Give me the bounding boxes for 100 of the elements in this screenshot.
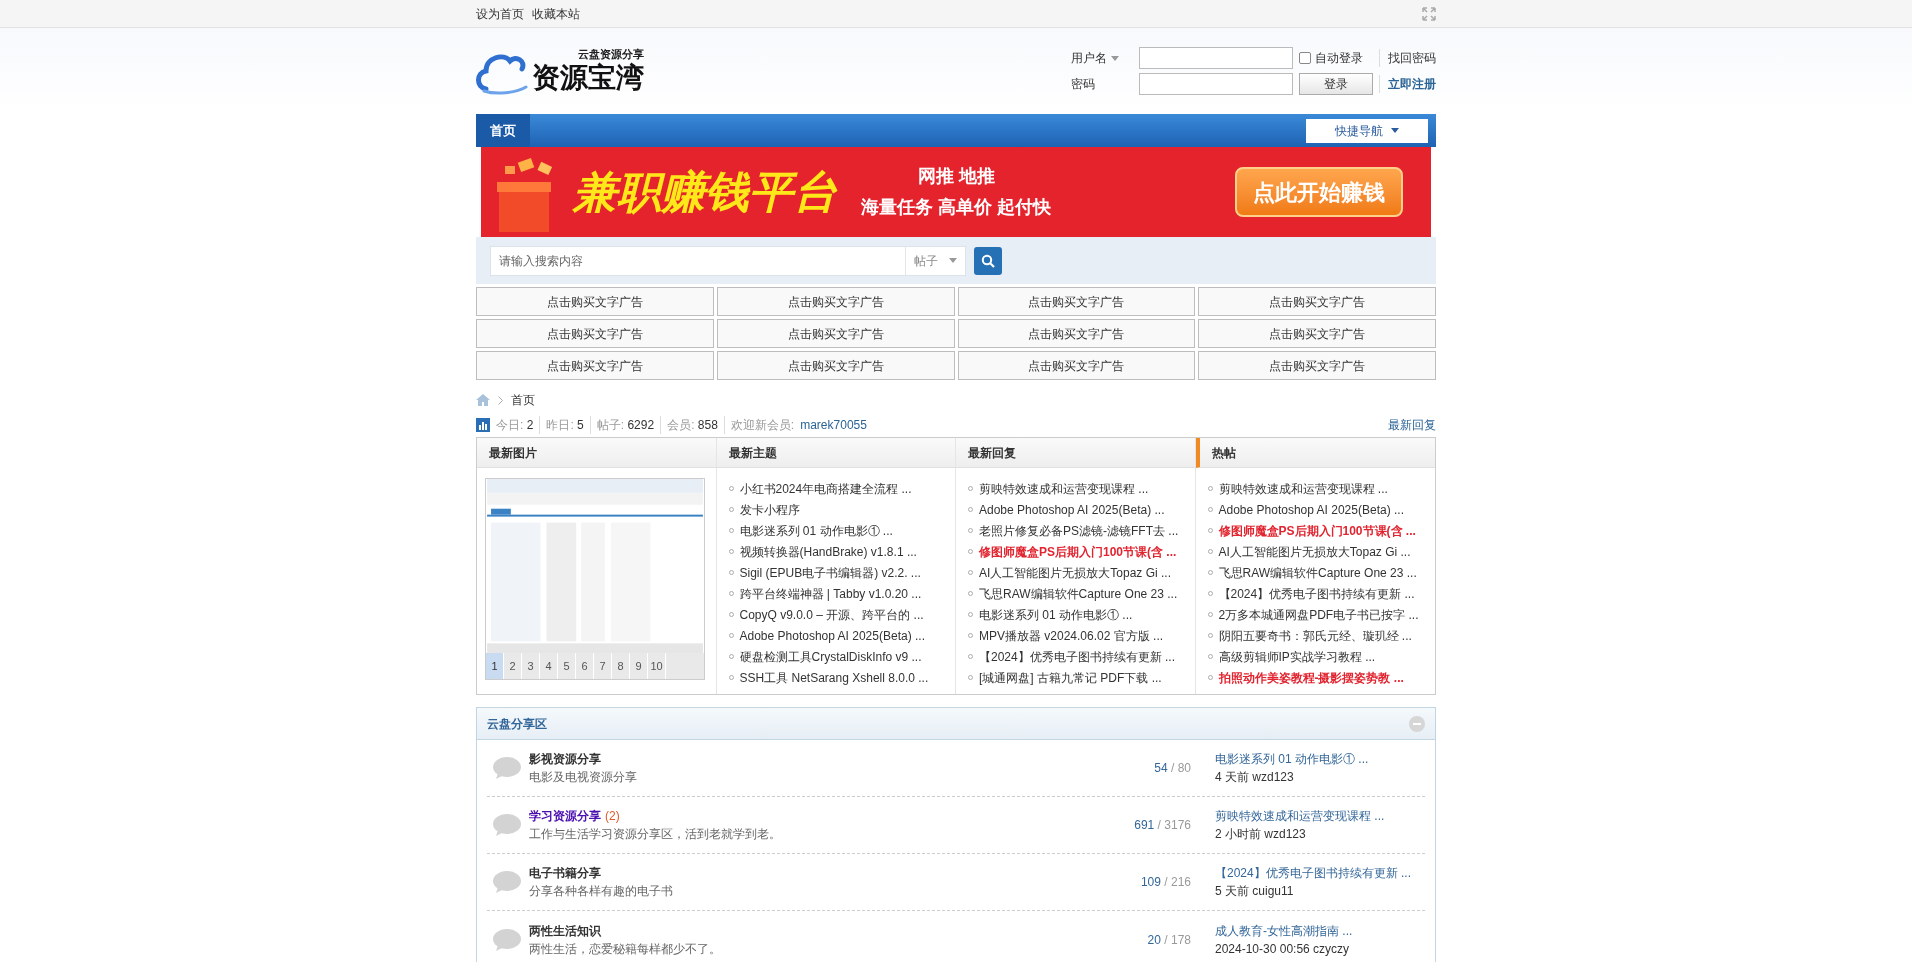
text-ad[interactable]: 点击购买文字广告 (716, 319, 955, 348)
top-link[interactable]: 设为首页 (476, 4, 524, 23)
bullet-icon (728, 570, 734, 575)
breadcrumb-link[interactable]: 首页 (511, 391, 535, 409)
last-post-meta: 4 天前 wzd123 (1215, 769, 1295, 786)
last-post-link[interactable]: 成人教育-女性高潮指南 ... (1215, 921, 1425, 940)
topic-link[interactable]: MPV播放器 v2024.06.02 官方版 ... (979, 626, 1164, 645)
page-number[interactable]: 9 (630, 653, 648, 679)
topic-link[interactable]: 小红书2024年电商搭建全流程 ... (739, 479, 912, 498)
text-ad[interactable]: 点击购买文字广告 (957, 351, 1196, 380)
topic-link[interactable]: 跨平台终端神器 | Tabby v1.0.20 ... (739, 584, 922, 603)
page-number[interactable]: 7 (594, 653, 612, 679)
topic-link[interactable]: 老照片修复必备PS滤镜-滤镜FFT去 ... (979, 521, 1179, 540)
bullet-icon (968, 633, 973, 638)
topic-link[interactable]: AI人工智能图片无损放大Topaz Gi ... (1218, 542, 1411, 561)
board-description: 两性生活，恋爱秘籍每样都少不了。 (529, 940, 722, 958)
topic-link[interactable]: 修图师魔盒PS后期入门100节课(含 ... (1218, 521, 1416, 540)
text-ad[interactable]: 点击购买文字广告 (1198, 319, 1436, 348)
member-link[interactable]: marek70055 (800, 416, 867, 434)
login-button[interactable]: 登录 (1299, 73, 1373, 95)
page-number[interactable]: 6 (576, 653, 594, 679)
board-title[interactable]: 两性生活知识 (529, 921, 601, 940)
topic-link[interactable]: 修图师魔盒PS后期入门100节课(含 ... (979, 542, 1177, 561)
topic-link[interactable]: 电影迷系列 01 动作电影① ... (739, 521, 893, 540)
panel-header[interactable]: 最新图片 (477, 438, 716, 468)
caret-icon[interactable] (1111, 55, 1119, 61)
topic-link[interactable]: 【2024】优秀电子图书持续有更新 ... (979, 647, 1176, 666)
last-post-link[interactable]: 剪映特效速成和运营变现课程 ... (1215, 807, 1425, 825)
topic-link[interactable]: 发卡小程序 (739, 500, 800, 519)
checkbox-label: 自动登录 (1315, 50, 1363, 67)
register-link[interactable]: 立即注册 (1379, 75, 1436, 93)
topic-link[interactable]: 剪映特效速成和运营变现课程 ... (1218, 479, 1388, 498)
topic-link[interactable]: CopyQ v9.0.0 – 开源、跨平台的 ... (739, 605, 924, 624)
text-ad[interactable]: 点击购买文字广告 (1198, 351, 1436, 380)
top-link[interactable]: 收藏本站 (532, 4, 580, 23)
topic-link[interactable]: AI人工智能图片无损放大Topaz Gi ... (979, 563, 1172, 582)
topic-link[interactable]: 视频转换器(HandBrake) v1.8.1 ... (739, 542, 917, 561)
search-field[interactable]: 请输入搜索内容 帖子 (490, 245, 966, 276)
topic-link[interactable]: SSH工具 NetSarang Xshell 8.0.0 ... (739, 668, 929, 687)
topic-link[interactable]: 拍照动作美姿教程-摄影摆姿势教 ... (1218, 668, 1404, 687)
text-ad[interactable]: 点击购买文字广告 (1198, 287, 1436, 316)
text-ad[interactable]: 点击购买文字广告 (957, 287, 1196, 316)
topic-link[interactable]: 高级剪辑师IP实战学习教程 ... (1218, 647, 1376, 666)
search-scope-dropdown[interactable]: 帖子 (905, 246, 965, 275)
topic-link[interactable]: 剪映特效速成和运营变现课程 ... (979, 479, 1149, 498)
text-ad[interactable]: 点击购买文字广告 (716, 287, 955, 316)
page-number[interactable]: 5 (558, 653, 576, 679)
topic-link[interactable]: 2万多本城通网盘PDF电子书已按字 ... (1218, 605, 1419, 624)
page-number[interactable]: 10 (648, 653, 666, 679)
text-ad[interactable]: 点击购买文字广告 (957, 319, 1196, 348)
nav-tab[interactable]: 首页 (476, 114, 530, 147)
page-number[interactable]: 1 (486, 653, 504, 679)
text-ad[interactable]: 点击购买文字广告 (716, 351, 955, 380)
bullet-icon (968, 549, 973, 554)
topic-link[interactable]: Adobe Photoshop AI 2025(Beta) ... (1218, 500, 1404, 519)
home-icon[interactable] (476, 394, 490, 406)
last-post-link[interactable]: 【2024】优秀电子图书持续有更新 ... (1215, 864, 1425, 882)
search-button[interactable] (974, 246, 1002, 275)
panel-header[interactable]: 最新主题 (716, 438, 955, 468)
last-post-meta: 2024-10-30 00:56 czyczy (1215, 940, 1351, 958)
caret-icon (949, 258, 957, 263)
topic-link[interactable]: 飞思RAW编辑软件Capture One 23 ... (1218, 563, 1417, 582)
bar-chart-icon (476, 418, 490, 432)
username-field[interactable] (1139, 47, 1293, 69)
page-number[interactable]: 3 (522, 653, 540, 679)
topic-link[interactable]: 阴阳五要奇书：郭氏元经、璇玑经 ... (1218, 626, 1412, 645)
board-title[interactable]: 影视资源分享 (529, 750, 601, 768)
ad-banner[interactable]: 兼职赚钱平台 网推 地推 海量任务 高单价 起付快 点此开始赚钱 (481, 147, 1431, 237)
post-count: / 80 (1169, 761, 1191, 775)
topic-link[interactable]: 硬盘检测工具CrystalDiskInfo v9 ... (739, 647, 922, 666)
page-number[interactable]: 8 (612, 653, 630, 679)
quick-nav-button[interactable]: 快捷导航 (1306, 118, 1428, 143)
topic-link[interactable]: 飞思RAW编辑软件Capture One 23 ... (979, 584, 1178, 603)
text-ad[interactable]: 点击购买文字广告 (476, 319, 714, 348)
topic-link[interactable]: 【2024】优秀电子图书持续有更新 ... (1218, 584, 1415, 603)
collapse-icon[interactable] (1409, 715, 1425, 732)
board-title[interactable]: 电子书籍分享 (529, 864, 601, 882)
last-post-link[interactable]: 电影迷系列 01 动作电影① ... (1215, 750, 1425, 768)
text-ad[interactable]: 点击购买文字广告 (476, 351, 714, 380)
remember-checkbox[interactable] (1299, 52, 1311, 64)
password-field[interactable] (1139, 73, 1293, 95)
topic-link[interactable]: Adobe Photoshop AI 2025(Beta) ... (979, 500, 1165, 519)
page-number[interactable]: 4 (540, 653, 558, 679)
topic-link[interactable]: [城通网盘] 古籍九常记 PDF下载 ... (979, 668, 1162, 687)
panel-header[interactable]: 热帖 (1195, 438, 1435, 468)
topic-link[interactable]: 电影迷系列 01 动作电影① ... (979, 605, 1133, 624)
expand-icon[interactable] (1422, 6, 1436, 21)
board-title[interactable]: 学习资源分享 (529, 807, 601, 825)
page-number[interactable]: 2 (504, 653, 522, 679)
field-label: 用户名 (1071, 50, 1107, 67)
forgot-password-link[interactable]: 找回密码 (1379, 49, 1436, 67)
bullet-icon (728, 591, 734, 596)
latest-replies-link[interactable]: 最新回复 (1388, 416, 1436, 434)
topic-link[interactable]: Adobe Photoshop AI 2025(Beta) ... (739, 626, 925, 645)
bullet-icon (968, 591, 973, 596)
today-count: (2) (605, 808, 620, 825)
topic-link[interactable]: Sigil (EPUB电子书编辑器) v2.2. ... (739, 563, 921, 582)
bullet-icon (728, 633, 734, 638)
panel-header[interactable]: 最新回复 (956, 438, 1195, 468)
text-ad[interactable]: 点击购买文字广告 (476, 287, 714, 316)
